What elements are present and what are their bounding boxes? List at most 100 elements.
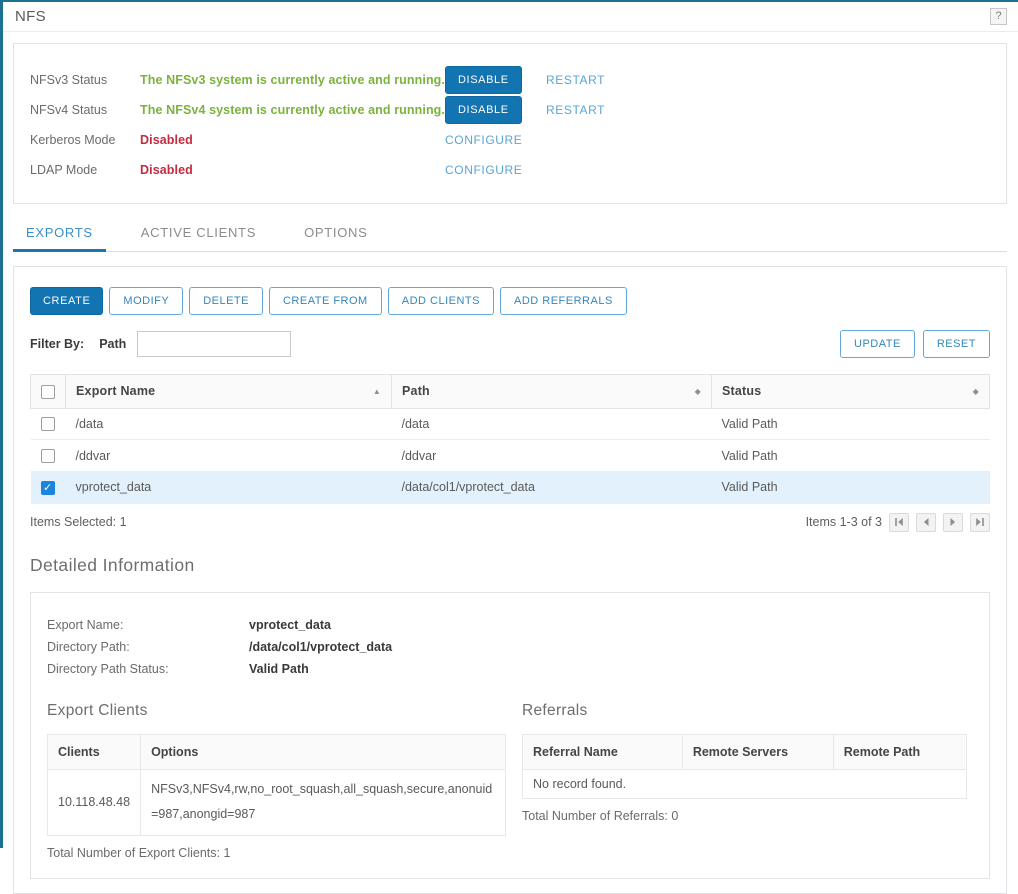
column-header-path[interactable]: Path ◆ (392, 375, 712, 409)
nfsv4-restart-link[interactable]: RESTART (546, 103, 605, 117)
nfsv3-disable-button[interactable]: DISABLE (445, 66, 522, 94)
directory-path-status-field-value: Valid Path (249, 662, 309, 676)
nfsv4-status-row: NFSv4 Status The NFSv4 system is current… (30, 95, 1006, 125)
nfs-status-panel: NFSv3 Status The NFSv3 system is current… (13, 43, 1007, 204)
status-cell: Valid Path (712, 472, 990, 504)
remote-servers-column-header: Remote Servers (682, 734, 833, 769)
reset-button[interactable]: RESET (923, 330, 990, 358)
add-referrals-button[interactable]: ADD REFERRALS (500, 287, 627, 315)
tab-bar: EXPORTS ACTIVE CLIENTS OPTIONS (13, 221, 1007, 252)
no-record-label: No record found. (523, 769, 967, 798)
filter-path-label: Path (99, 337, 126, 351)
tab-options[interactable]: OPTIONS (291, 221, 380, 252)
sort-unsorted-icon[interactable]: ◆ (695, 387, 701, 396)
nfsv3-status-text: The NFSv3 system is currently active and… (140, 73, 445, 87)
delete-button[interactable]: DELETE (189, 287, 263, 315)
first-page-icon[interactable] (889, 513, 909, 532)
path-cell: /ddvar (392, 440, 712, 472)
sort-unsorted-icon[interactable]: ◆ (973, 387, 979, 396)
update-button[interactable]: UPDATE (840, 330, 915, 358)
status-header-label: Status (722, 384, 761, 398)
directory-path-field-value: /data/col1/vprotect_data (249, 640, 392, 654)
tab-active-clients[interactable]: ACTIVE CLIENTS (128, 221, 269, 252)
export-name-cell: vprotect_data (66, 472, 392, 504)
nfsv3-status-row: NFSv3 Status The NFSv3 system is current… (30, 65, 1006, 95)
nfsv3-restart-link[interactable]: RESTART (546, 73, 605, 87)
table-row[interactable]: vprotect_data /data/col1/vprotect_data V… (31, 472, 990, 504)
detailed-information-panel: Export Name: vprotect_data Directory Pat… (30, 592, 990, 879)
status-cell: Valid Path (712, 440, 990, 472)
tab-exports[interactable]: EXPORTS (13, 221, 106, 252)
column-header-status[interactable]: Status ◆ (712, 375, 990, 409)
row-checkbox[interactable] (41, 449, 55, 463)
row-checkbox[interactable] (41, 417, 55, 431)
export-name-field-value: vprotect_data (249, 618, 331, 632)
create-button[interactable]: CREATE (30, 287, 103, 315)
modify-button[interactable]: MODIFY (109, 287, 183, 315)
kerberos-mode-text: Disabled (140, 133, 445, 147)
pagination: Items 1-3 of 3 (806, 513, 990, 532)
export-name-cell: /ddvar (66, 440, 392, 472)
directory-path-status-field-label: Directory Path Status: (47, 662, 249, 676)
previous-page-icon[interactable] (916, 513, 936, 532)
kerberos-configure-link[interactable]: CONFIGURE (445, 133, 522, 147)
filter-row: Filter By: Path UPDATE RESET (30, 330, 990, 358)
status-cell: Valid Path (712, 408, 990, 440)
path-cell: /data/col1/vprotect_data (392, 472, 712, 504)
kerberos-mode-label: Kerberos Mode (30, 133, 140, 147)
next-page-icon[interactable] (943, 513, 963, 532)
nfsv4-status-text: The NFSv4 system is currently active and… (140, 103, 445, 117)
page-header: NFS ? (3, 2, 1018, 32)
exports-table-header: Export Name ▲ Path ◆ Status ◆ (31, 375, 990, 409)
detailed-information-heading: Detailed Information (30, 555, 990, 576)
ldap-configure-link[interactable]: CONFIGURE (445, 163, 522, 177)
help-icon[interactable]: ? (990, 8, 1007, 25)
referrals-section: Referrals Referral Name Remote Servers R… (522, 702, 967, 860)
clients-column-header: Clients (48, 734, 141, 769)
page-title: NFS (15, 8, 46, 25)
export-client-row[interactable]: 10.118.48.48 NFSv3,NFSv4,rw,no_root_squa… (48, 769, 506, 835)
nfsv4-disable-button[interactable]: DISABLE (445, 96, 522, 124)
total-referrals-label: Total Number of Referrals: 0 (522, 809, 967, 823)
export-name-header-label: Export Name (76, 384, 155, 398)
total-export-clients-label: Total Number of Export Clients: 1 (47, 846, 506, 860)
path-filter-input[interactable] (137, 331, 291, 357)
ldap-mode-row: LDAP Mode Disabled CONFIGURE (30, 155, 1006, 185)
export-name-cell: /data (66, 408, 392, 440)
create-from-button[interactable]: CREATE FROM (269, 287, 382, 315)
table-footer: Items Selected: 1 Items 1-3 of 3 (30, 513, 990, 532)
export-clients-section: Export Clients Clients Options 10.118.48… (47, 702, 506, 860)
sort-ascending-icon[interactable]: ▲ (373, 387, 381, 396)
directory-path-field-label: Directory Path: (47, 640, 249, 654)
nfsv3-status-label: NFSv3 Status (30, 73, 140, 87)
table-row[interactable]: /ddvar /ddvar Valid Path (31, 440, 990, 472)
directory-path-status-field: Directory Path Status: Valid Path (47, 662, 967, 676)
directory-path-field: Directory Path: /data/col1/vprotect_data (47, 640, 967, 654)
ldap-mode-label: LDAP Mode (30, 163, 140, 177)
row-checkbox[interactable] (41, 481, 55, 495)
export-name-field: Export Name: vprotect_data (47, 618, 967, 632)
table-row[interactable]: /data /data Valid Path (31, 408, 990, 440)
select-all-checkbox[interactable] (41, 385, 55, 399)
exports-toolbar: CREATE MODIFY DELETE CREATE FROM ADD CLI… (30, 287, 990, 315)
export-clients-header: Clients Options (48, 734, 506, 769)
exports-panel: CREATE MODIFY DELETE CREATE FROM ADD CLI… (13, 266, 1007, 894)
column-header-export-name[interactable]: Export Name ▲ (66, 375, 392, 409)
kerberos-mode-row: Kerberos Mode Disabled CONFIGURE (30, 125, 1006, 155)
export-clients-heading: Export Clients (47, 702, 506, 720)
exports-table: Export Name ▲ Path ◆ Status ◆ (30, 374, 990, 504)
referral-name-column-header: Referral Name (523, 734, 683, 769)
path-header-label: Path (402, 384, 430, 398)
client-options-cell: NFSv3,NFSv4,rw,no_root_squash,all_squash… (141, 769, 506, 835)
referrals-table: Referral Name Remote Servers Remote Path… (522, 734, 967, 799)
add-clients-button[interactable]: ADD CLIENTS (388, 287, 494, 315)
client-ip-cell: 10.118.48.48 (48, 769, 141, 835)
referrals-header: Referral Name Remote Servers Remote Path (523, 734, 967, 769)
filter-by-label: Filter By: (30, 337, 84, 351)
nfsv4-status-label: NFSv4 Status (30, 103, 140, 117)
export-clients-table: Clients Options 10.118.48.48 NFSv3,NFSv4… (47, 734, 506, 836)
items-selected-label: Items Selected: 1 (30, 515, 127, 529)
options-column-header: Options (141, 734, 506, 769)
ldap-mode-text: Disabled (140, 163, 445, 177)
last-page-icon[interactable] (970, 513, 990, 532)
